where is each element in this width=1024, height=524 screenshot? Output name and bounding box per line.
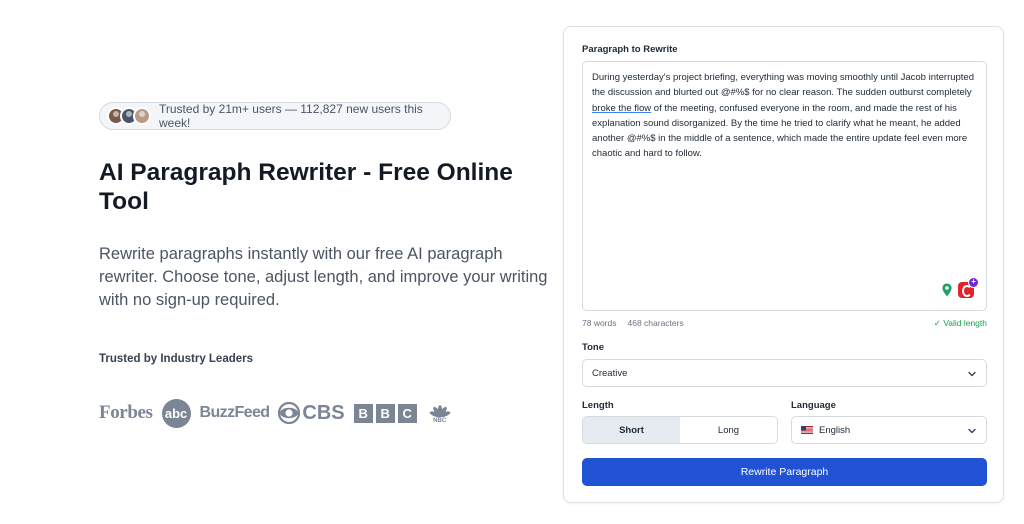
paragraph-label: Paragraph to Rewrite bbox=[582, 44, 678, 55]
tone-value: Creative bbox=[592, 367, 628, 379]
avatar bbox=[133, 107, 151, 125]
cbs-logo: CBS bbox=[278, 401, 345, 425]
trusted-by-label: Trusted by Industry Leaders bbox=[99, 353, 254, 365]
length-long-button[interactable]: Long bbox=[680, 417, 777, 443]
word-count: 78 words bbox=[582, 318, 617, 328]
press-logos: Forbes abc BuzzFeed CBS B B C NBC bbox=[99, 398, 460, 428]
suggestion-highlight[interactable]: broke the flow bbox=[592, 103, 651, 114]
chevron-down-icon bbox=[968, 428, 976, 434]
language-value: English bbox=[819, 424, 851, 436]
abc-logo: abc bbox=[161, 398, 191, 428]
chevron-down-icon bbox=[968, 371, 976, 377]
page-title: AI Paragraph Rewriter - Free Online Tool bbox=[99, 159, 513, 215]
buzzfeed-logo: BuzzFeed bbox=[199, 404, 270, 421]
trust-badge: Trusted by 21m+ users — 112,827 new user… bbox=[99, 102, 451, 130]
paragraph-textarea[interactable]: During yesterday's project briefing, eve… bbox=[582, 61, 987, 311]
text-stats: 78 words 468 characters ✓ Valid length bbox=[582, 318, 987, 329]
tone-select[interactable]: Creative bbox=[582, 359, 987, 387]
tone-label: Tone bbox=[582, 342, 604, 353]
length-toggle: Short Long bbox=[582, 416, 778, 444]
bbc-logo: B B C bbox=[353, 403, 420, 423]
bbc-letter: B bbox=[375, 403, 395, 423]
rewriter-card: Paragraph to Rewrite During yesterday's … bbox=[563, 26, 1004, 503]
cbs-text: CBS bbox=[302, 401, 345, 424]
grammar-extension-icon[interactable]: + bbox=[958, 277, 979, 298]
bbc-letter: C bbox=[397, 403, 417, 423]
forbes-logo: Forbes bbox=[99, 402, 153, 423]
nbc-text: NBC bbox=[433, 418, 447, 424]
peacock-icon bbox=[429, 405, 451, 418]
cbs-eye-icon bbox=[278, 402, 301, 424]
page-subtitle: Rewrite paragraphs instantly with our fr… bbox=[99, 245, 548, 309]
length-label: Length bbox=[582, 400, 614, 411]
language-label: Language bbox=[791, 400, 836, 411]
valid-length-status: ✓ Valid length bbox=[933, 318, 987, 328]
textarea-tools: + bbox=[939, 277, 979, 298]
paragraph-text: During yesterday's project briefing, eve… bbox=[592, 72, 974, 99]
badge-plus-icon: + bbox=[968, 277, 979, 288]
nbc-logo: NBC bbox=[429, 402, 451, 424]
character-count: 468 characters bbox=[627, 318, 684, 328]
trust-text: Trusted by 21m+ users — 112,827 new user… bbox=[159, 102, 423, 130]
us-flag-icon bbox=[801, 426, 813, 434]
user-avatars bbox=[107, 107, 151, 125]
length-short-button[interactable]: Short bbox=[583, 417, 680, 443]
bbc-letter: B bbox=[353, 403, 373, 423]
location-pin-icon[interactable] bbox=[939, 282, 955, 298]
rewrite-paragraph-button[interactable]: Rewrite Paragraph bbox=[582, 458, 987, 486]
language-select[interactable]: English bbox=[791, 416, 987, 444]
